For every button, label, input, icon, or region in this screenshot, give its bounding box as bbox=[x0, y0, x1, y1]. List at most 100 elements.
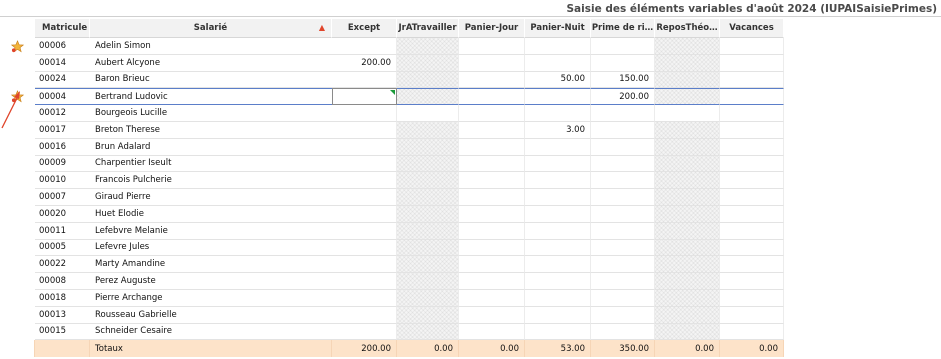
cell-repos-theo[interactable] bbox=[655, 189, 720, 206]
cell-prime-de-ri[interactable] bbox=[591, 105, 655, 122]
cell-vacances[interactable] bbox=[720, 189, 784, 206]
cell-except[interactable] bbox=[332, 38, 397, 55]
cell-repos-theo[interactable] bbox=[655, 222, 720, 240]
cell-vacances[interactable] bbox=[720, 306, 784, 324]
cell-jratravailler[interactable] bbox=[397, 273, 459, 290]
cell-vacances[interactable] bbox=[720, 138, 784, 156]
cell-except-editor[interactable] bbox=[332, 88, 397, 106]
cell-repos-theo[interactable] bbox=[655, 256, 720, 274]
cell-panier-jour[interactable] bbox=[459, 273, 525, 290]
cell-jratravailler[interactable] bbox=[397, 256, 459, 274]
cell-repos-theo[interactable] bbox=[655, 239, 720, 257]
cell-vacances[interactable] bbox=[720, 121, 784, 139]
column-header-prime-de-ri[interactable]: Prime de ri… bbox=[591, 19, 655, 38]
cell-panier-jour[interactable] bbox=[459, 256, 525, 274]
column-header-panier-nuit[interactable]: Panier-Nuit bbox=[525, 19, 591, 38]
column-header-jratravailler[interactable]: JrATravailler bbox=[397, 19, 459, 38]
cell-prime-de-ri[interactable] bbox=[591, 256, 655, 274]
cell-salarie[interactable]: Lefebvre Melanie bbox=[90, 223, 332, 240]
cell-panier-nuit[interactable] bbox=[525, 323, 591, 341]
cell-prime-de-ri[interactable] bbox=[591, 323, 655, 341]
cell-prime-de-ri[interactable]: 150.00 bbox=[591, 71, 655, 89]
cell-salarie[interactable]: Giraud Pierre bbox=[90, 189, 332, 206]
cell-matricule[interactable]: 00012 bbox=[35, 105, 90, 122]
cell-prime-de-ri[interactable] bbox=[591, 273, 655, 290]
cell-except[interactable] bbox=[332, 105, 397, 122]
cell-repos-theo[interactable] bbox=[655, 105, 720, 122]
cell-vacances[interactable] bbox=[720, 172, 784, 190]
cell-salarie[interactable]: Perez Auguste bbox=[90, 273, 332, 290]
cell-panier-nuit[interactable] bbox=[525, 189, 591, 206]
cell-except[interactable] bbox=[332, 138, 397, 156]
cell-vacances[interactable] bbox=[720, 105, 784, 122]
cell-panier-jour[interactable] bbox=[459, 54, 525, 72]
cell-jratravailler[interactable] bbox=[397, 205, 459, 223]
cell-panier-nuit[interactable] bbox=[525, 289, 591, 307]
cell-prime-de-ri[interactable] bbox=[591, 138, 655, 156]
cell-jratravailler[interactable] bbox=[397, 172, 459, 190]
cell-except[interactable] bbox=[332, 222, 397, 240]
cell-matricule[interactable]: 00018 bbox=[35, 290, 90, 307]
cell-matricule[interactable]: 00022 bbox=[35, 256, 90, 274]
cell-panier-jour[interactable] bbox=[459, 289, 525, 307]
cell-prime-de-ri[interactable] bbox=[591, 205, 655, 223]
cell-panier-jour[interactable] bbox=[459, 172, 525, 190]
cell-salarie[interactable]: Brun Adalard bbox=[90, 139, 332, 156]
cell-salarie[interactable]: Charpentier Iseult bbox=[90, 156, 332, 173]
cell-jratravailler[interactable] bbox=[397, 155, 459, 173]
cell-matricule[interactable]: 00007 bbox=[35, 189, 90, 206]
cell-panier-nuit[interactable]: 3.00 bbox=[525, 121, 591, 139]
cell-panier-jour[interactable] bbox=[459, 121, 525, 139]
sort-ascending-icon[interactable]: ▲ bbox=[319, 23, 325, 32]
cell-salarie[interactable]: Francois Pulcherie bbox=[90, 172, 332, 190]
cell-except[interactable] bbox=[332, 256, 397, 274]
cell-vacances[interactable] bbox=[720, 323, 784, 341]
cell-salarie[interactable]: Lefevre Jules bbox=[90, 240, 332, 257]
cell-except[interactable] bbox=[332, 189, 397, 206]
cell-vacances[interactable] bbox=[720, 273, 784, 290]
cell-vacances[interactable] bbox=[720, 205, 784, 223]
cell-panier-jour[interactable] bbox=[459, 71, 525, 89]
cell-jratravailler[interactable] bbox=[397, 54, 459, 72]
cell-repos-theo[interactable] bbox=[655, 172, 720, 190]
cell-matricule[interactable]: 00014 bbox=[35, 55, 90, 72]
cell-panier-jour[interactable] bbox=[459, 306, 525, 324]
cell-except[interactable] bbox=[332, 205, 397, 223]
cell-panier-nuit[interactable] bbox=[525, 54, 591, 72]
cell-prime-de-ri[interactable] bbox=[591, 289, 655, 307]
cell-except[interactable] bbox=[332, 239, 397, 257]
cell-salarie[interactable]: Breton Therese bbox=[90, 122, 332, 139]
cell-matricule[interactable]: 00009 bbox=[35, 156, 90, 173]
cell-prime-de-ri[interactable] bbox=[591, 121, 655, 139]
cell-panier-nuit[interactable] bbox=[525, 273, 591, 290]
cell-panier-nuit[interactable] bbox=[525, 306, 591, 324]
cell-prime-de-ri[interactable] bbox=[591, 306, 655, 324]
cell-prime-de-ri[interactable] bbox=[591, 172, 655, 190]
cell-prime-de-ri[interactable] bbox=[591, 189, 655, 206]
cell-jratravailler[interactable] bbox=[397, 239, 459, 257]
cell-matricule[interactable]: 00008 bbox=[35, 273, 90, 290]
cell-except[interactable] bbox=[332, 155, 397, 173]
cell-repos-theo[interactable] bbox=[655, 38, 720, 55]
cell-panier-jour[interactable] bbox=[459, 88, 525, 106]
cell-salarie[interactable]: Marty Amandine bbox=[90, 256, 332, 274]
cell-matricule[interactable]: 00004 bbox=[35, 88, 90, 106]
cell-panier-nuit[interactable] bbox=[525, 239, 591, 257]
cell-panier-jour[interactable] bbox=[459, 38, 525, 55]
cell-jratravailler[interactable] bbox=[397, 71, 459, 89]
column-header-vacances[interactable]: Vacances bbox=[720, 19, 784, 38]
cell-vacances[interactable] bbox=[720, 38, 784, 55]
cell-prime-de-ri[interactable] bbox=[591, 155, 655, 173]
cell-vacances[interactable] bbox=[720, 155, 784, 173]
cell-prime-de-ri[interactable] bbox=[591, 38, 655, 55]
cell-salarie[interactable]: Rousseau Gabrielle bbox=[90, 307, 332, 324]
cell-panier-nuit[interactable]: 50.00 bbox=[525, 71, 591, 89]
cell-except[interactable] bbox=[332, 71, 397, 89]
cell-jratravailler[interactable] bbox=[397, 138, 459, 156]
column-header-panier-jour[interactable]: Panier-Jour bbox=[459, 19, 525, 38]
cell-repos-theo[interactable] bbox=[655, 88, 720, 106]
cell-vacances[interactable] bbox=[720, 289, 784, 307]
cell-panier-nuit[interactable] bbox=[525, 256, 591, 274]
cell-panier-nuit[interactable] bbox=[525, 38, 591, 55]
cell-repos-theo[interactable] bbox=[655, 121, 720, 139]
